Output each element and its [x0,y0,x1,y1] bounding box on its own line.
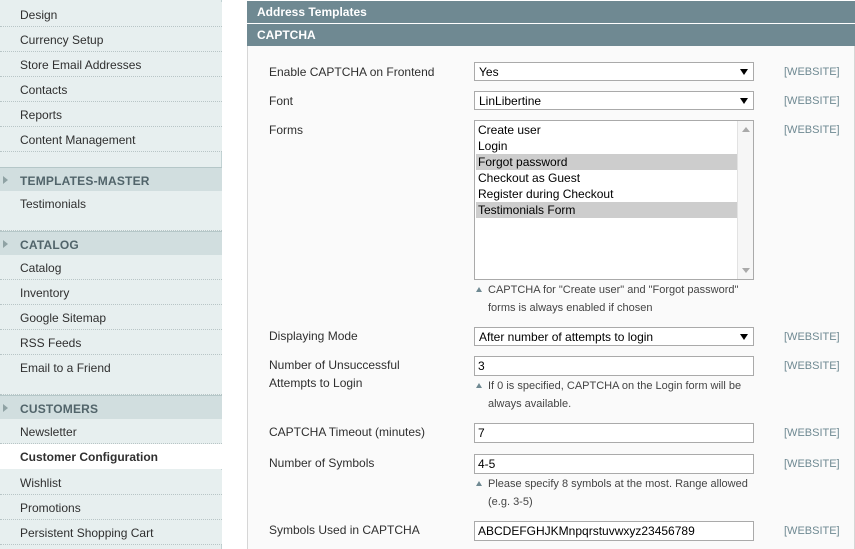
config-panel: Address Templates CAPTCHA Enable CAPTCHA… [247,0,855,549]
sidebar-item-currency-setup[interactable]: Currency Setup [0,27,222,52]
font-select[interactable]: LinLibertine [474,91,754,110]
section-header-address-templates[interactable]: Address Templates [247,1,855,23]
chevron-down-icon [740,334,748,340]
sidebar-item-content-management[interactable]: Content Management [0,127,222,152]
symbols-note: Please specify 8 symbols at the most. Ra… [474,475,764,511]
forms-option-login[interactable]: Login [476,138,737,154]
sidebar-item-label: Inventory [20,286,70,300]
sidebar-item-label: Contacts [20,83,68,97]
displaying-mode-select[interactable]: After number of attempts to login [474,327,754,346]
number-of-symbols-label: Number of Symbols [269,456,375,470]
sidebar-item-reports[interactable]: Reports [0,102,222,127]
scroll-down-icon[interactable] [742,268,750,273]
scope-label: [WEBSITE] [784,458,840,470]
forms-multiselect[interactable]: Create user Login Forgot password Checko… [474,120,754,280]
sidebar-section-title: CATALOG [20,238,79,252]
scope-label: [WEBSITE] [784,124,840,136]
sidebar-item-label: Customer Configuration [20,450,158,464]
enable-captcha-select[interactable]: Yes [474,62,754,81]
sidebar-item-label: Testimonials [20,197,87,211]
sidebar-section-title: TEMPLATES-MASTER [20,174,150,188]
sidebar-nav: Design Currency Setup Store Email Addres… [0,0,222,549]
sidebar-section-catalog[interactable]: CATALOG [0,231,222,256]
scroll-up-icon[interactable] [742,127,750,132]
note-arrow-icon [476,481,482,486]
captcha-timeout-label: CAPTCHA Timeout (minutes) [269,425,426,439]
sidebar-item-label: RSS Feeds [20,336,82,350]
sidebar-item-testimonials[interactable]: Testimonials [0,191,222,231]
forms-scrollbar[interactable] [737,121,753,279]
forms-option-forgot-password[interactable]: Forgot password [476,154,737,170]
sidebar-item-label: Email to a Friend [20,361,111,375]
sidebar-section-templates-master[interactable]: TEMPLATES-MASTER [0,167,222,192]
sidebar-item-catalog[interactable]: Catalog [0,255,222,280]
scope-label: [WEBSITE] [784,66,840,78]
sidebar-item-label: Content Management [20,133,136,147]
note-arrow-icon [476,287,482,292]
select-value: LinLibertine [479,94,542,108]
sidebar-item-contacts[interactable]: Contacts [0,77,222,102]
sidebar-item-newsletter[interactable]: Newsletter [0,419,222,444]
sidebar-item-email-to-a-friend[interactable]: Email to a Friend [0,355,222,395]
symbols-used-input[interactable] [474,521,754,541]
expand-arrow-icon [3,240,8,248]
sidebar-item-store-email-addresses[interactable]: Store Email Addresses [0,52,222,77]
sidebar-item-label: Wishlist [20,476,62,490]
note-arrow-icon [476,383,482,388]
sidebar-item-label: Promotions [20,501,81,515]
select-value: After number of attempts to login [479,330,654,344]
sidebar-item-label: Persistent Shopping Cart [20,526,154,540]
sidebar-item-label: Currency Setup [20,33,104,47]
symbols-used-label: Symbols Used in CAPTCHA [269,523,420,537]
forms-option-create-user[interactable]: Create user [476,122,737,138]
forms-option-testimonials-form[interactable]: Testimonials Form [476,202,737,218]
scope-label: [WEBSITE] [784,331,840,343]
sidebar-item-label: Catalog [20,261,62,275]
sidebar-item-google-sitemap[interactable]: Google Sitemap [0,305,222,330]
forms-note: CAPTCHA for "Create user" and "Forgot pa… [474,281,764,317]
expand-arrow-icon [3,176,8,184]
forms-option-checkout-as-guest[interactable]: Checkout as Guest [476,170,737,186]
sidebar-item-rss-feeds[interactable]: RSS Feeds [0,330,222,355]
displaying-mode-label: Displaying Mode [269,329,358,343]
sidebar-item-inventory[interactable]: Inventory [0,280,222,305]
scope-label: [WEBSITE] [784,95,840,107]
section-header-captcha[interactable]: CAPTCHA [247,24,855,46]
chevron-down-icon [740,98,748,104]
forms-label: Forms [269,123,303,137]
section-title: Address Templates [257,5,367,19]
attempts-input[interactable] [474,356,754,376]
sidebar-item-persistent-shopping-cart[interactable]: Persistent Shopping Cart [0,520,222,545]
sidebar-item-promotions[interactable]: Promotions [0,495,222,520]
enable-captcha-label: Enable CAPTCHA on Frontend [269,65,435,79]
forms-option-register-during-checkout[interactable]: Register during Checkout [476,186,737,202]
sidebar-section-title: CUSTOMERS [20,402,99,416]
sidebar-item-label: Newsletter [20,425,77,439]
expand-arrow-icon [3,404,8,412]
sidebar-item-label: Google Sitemap [20,311,107,325]
section-title: CAPTCHA [257,28,316,42]
sidebar-item-label: Design [20,8,58,22]
select-value: Yes [479,65,499,79]
font-label: Font [269,94,294,108]
chevron-down-icon [740,69,748,75]
sidebar-item-label: Reports [20,108,63,122]
scope-label: [WEBSITE] [784,525,840,537]
sidebar-item-design[interactable]: Design [0,2,222,27]
number-of-symbols-input[interactable] [474,454,754,474]
sidebar-item-label: Store Email Addresses [20,58,142,72]
scope-label: [WEBSITE] [784,360,840,372]
attempts-note: If 0 is specified, CAPTCHA on the Login … [474,377,764,413]
sidebar-item-customer-configuration[interactable]: Customer Configuration [0,444,222,469]
captcha-fieldset: Enable CAPTCHA on Frontend Yes [WEBSITE]… [247,46,855,549]
sidebar-item-wishlist[interactable]: Wishlist [0,470,222,495]
attempts-label: Number of Unsuccessful Attempts to Login [269,358,400,390]
sidebar-section-customers[interactable]: CUSTOMERS [0,395,222,420]
captcha-timeout-input[interactable] [474,423,754,443]
scope-label: [WEBSITE] [784,427,840,439]
